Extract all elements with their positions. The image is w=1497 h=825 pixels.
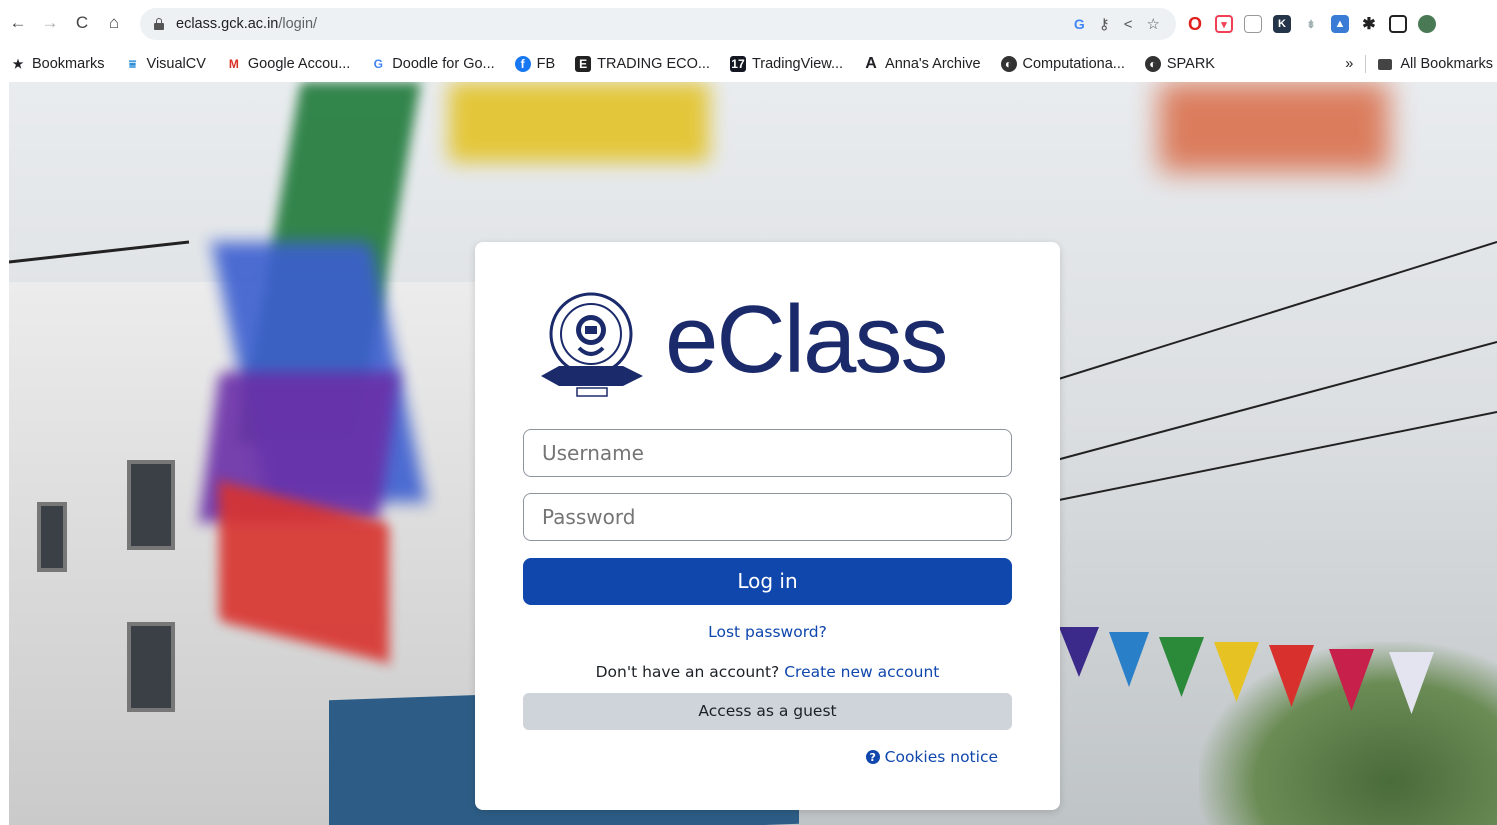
globe-icon: ◐ [1144, 56, 1161, 72]
question-circle-icon: ? [865, 750, 880, 764]
visualcv-icon: ⩸ [128, 56, 137, 71]
notes-extension-icon[interactable] [1244, 15, 1262, 33]
bookmark-item[interactable]: f FB [514, 56, 555, 72]
bookmark-item[interactable]: E TRADING ECO... [575, 56, 710, 72]
username-input[interactable] [523, 429, 1012, 477]
all-bookmarks-folder[interactable]: All Bookmarks [1400, 56, 1497, 72]
pocket-icon[interactable]: ▾ [1215, 15, 1233, 33]
url-text[interactable]: eclass.gck.ac.in/login/ [176, 16, 317, 32]
bookmarks-divider [1365, 55, 1367, 73]
password-input[interactable] [523, 493, 1012, 541]
bookmark-item[interactable]: ★ Bookmarks [10, 56, 105, 72]
browser-toolbar: ← → C ⌂ eclass.gck.ac.in/login/ G ⚷ < ☆ … [0, 0, 1497, 46]
dropbox-icon[interactable]: ⇟ [1302, 15, 1320, 33]
cookies-notice-link[interactable]: ? Cookies notice [865, 748, 998, 766]
bookmarks-overflow-button[interactable]: » [1345, 56, 1353, 72]
bookmark-item[interactable]: 17 TradingView... [729, 56, 843, 72]
google-translate-icon[interactable]: G [1074, 16, 1085, 32]
no-account-text: Don't have an account? [595, 663, 780, 681]
google-icon: G [373, 57, 383, 71]
college-seal-icon [541, 292, 643, 397]
bookmark-item[interactable]: ◐ SPARK [1144, 56, 1215, 72]
extension-k-icon[interactable]: K [1273, 15, 1291, 33]
bookmark-item[interactable]: ⩸ VisualCV [125, 56, 206, 72]
login-button[interactable]: Log in [523, 558, 1012, 605]
bookmark-item[interactable]: G Doodle for Go... [370, 56, 495, 72]
guest-access-button[interactable]: Access as a guest [523, 693, 1012, 730]
facebook-icon: f [514, 56, 531, 72]
cookies-notice-label: Cookies notice [884, 748, 998, 766]
forward-arrow-icon[interactable]: → [36, 9, 64, 37]
bookmark-item[interactable]: M Google Accou... [226, 56, 350, 72]
side-panel-icon[interactable] [1389, 15, 1407, 33]
profile-avatar-icon[interactable] [1418, 15, 1436, 33]
back-arrow-icon[interactable]: ← [4, 9, 32, 37]
star-icon: ★ [12, 57, 24, 71]
tradingview-icon: 17 [729, 56, 746, 72]
bookmark-item[interactable]: ◐ Computationa... [1000, 56, 1125, 72]
signup-prompt: Don't have an account? Create new accoun… [475, 663, 1060, 681]
extensions-puzzle-icon[interactable]: ✱ [1360, 15, 1378, 33]
bookmark-item[interactable]: A Anna's Archive [863, 55, 980, 72]
reload-icon[interactable]: C [68, 9, 96, 37]
opera-icon[interactable]: O [1186, 14, 1204, 34]
eclass-logo: eClass [537, 284, 997, 404]
brand-title: eClass [665, 286, 948, 393]
drive-extension-icon[interactable]: ▲ [1331, 15, 1349, 33]
address-bar[interactable]: eclass.gck.ac.in/login/ G ⚷ < ☆ [140, 8, 1176, 40]
page-viewport: eClass Log in Lost password? Don't have … [9, 82, 1497, 825]
globe-icon: ◐ [1000, 56, 1017, 72]
home-icon[interactable]: ⌂ [100, 9, 128, 37]
trading-eco-icon: E [575, 56, 592, 72]
lock-icon[interactable] [154, 18, 164, 30]
key-icon[interactable]: ⚷ [1099, 15, 1110, 33]
bookmarks-bar: ★ Bookmarks ⩸ VisualCV M Google Accou... GD… [0, 46, 1497, 82]
bookmark-star-icon[interactable]: ☆ [1147, 15, 1160, 33]
gmail-icon: M [228, 57, 239, 71]
folder-icon [1378, 58, 1393, 70]
login-card: eClass Log in Lost password? Don't have … [475, 242, 1060, 810]
share-icon[interactable]: < [1124, 16, 1133, 33]
annas-archive-icon: A [865, 55, 877, 72]
lost-password-link-row: Lost password? [475, 623, 1060, 641]
lost-password-link[interactable]: Lost password? [708, 623, 827, 641]
create-account-link[interactable]: Create new account [784, 663, 939, 681]
